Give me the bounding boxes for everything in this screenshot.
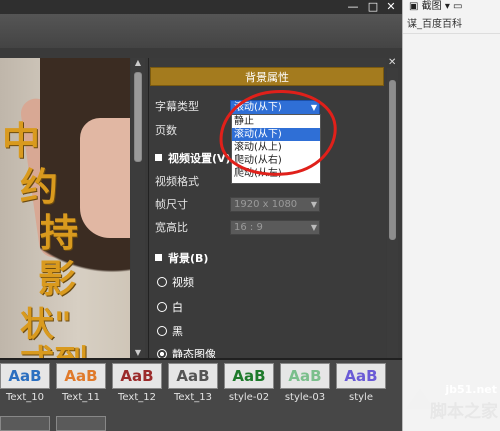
style-thumb[interactable]: AaB [56, 363, 106, 389]
app-titlebar: — □ ✕ [0, 0, 402, 14]
scroll-up-icon[interactable]: ▲ [131, 58, 145, 68]
style-thumb[interactable]: AaB [0, 363, 50, 389]
video-settings-title: 视频设置(V) [168, 152, 231, 165]
preview-caption-char: 状" [20, 305, 72, 345]
style-thumb[interactable]: AaB [168, 363, 218, 389]
folder-icon[interactable]: ▭ [453, 1, 462, 12]
screenshot-icon[interactable]: ▣ [409, 1, 422, 12]
radio-white[interactable]: 白 [157, 301, 183, 315]
chevron-down-icon: ▼ [310, 200, 317, 209]
frame-size-label: 帧尺寸 [155, 198, 188, 211]
style-thumb-text: AaB [344, 367, 378, 385]
subtitle-type-label: 字幕类型 [155, 100, 199, 113]
preview-caption-char: 约 [20, 164, 59, 209]
panel-close-icon[interactable]: ✕ [388, 58, 398, 68]
collapse-icon[interactable] [155, 254, 162, 261]
preview-caption-char: 持 [40, 210, 79, 255]
browser-toolbar: ▣ 截图 ▾ ▭ [403, 0, 500, 14]
style-thumb-text: AaB [8, 367, 42, 385]
scroll-down-icon[interactable]: ▼ [131, 348, 145, 358]
frame-size-value: 1920 x 1080 [234, 199, 298, 210]
radio-video-label: 视频 [172, 276, 194, 289]
style-thumb-label: Text_12 [118, 392, 156, 403]
style-thumb-next-row[interactable] [56, 416, 106, 431]
style-thumb-text: AaB [288, 367, 322, 385]
style-thumb-label: style [349, 392, 373, 403]
watermark-name: 脚本之家 [430, 402, 498, 422]
panel-title: 背景属性 [150, 67, 384, 86]
preview-scrollbar[interactable]: ▲ ▼ [131, 58, 145, 358]
preview-caption-char: 影 [38, 256, 77, 301]
style-thumb-text: AaB [120, 367, 154, 385]
aspect-ratio-select[interactable]: 16 : 9 ▼ [230, 220, 320, 235]
style-thumb-label: Text_13 [174, 392, 212, 403]
close-window-button[interactable]: ✕ [384, 0, 398, 14]
restore-button[interactable]: □ [366, 0, 380, 14]
style-thumb[interactable]: AaB [280, 363, 330, 389]
radio-circle-icon[interactable] [157, 349, 167, 358]
video-preview: 中 约 持 影 状" 式到 [0, 58, 130, 358]
preview-face-shape [80, 118, 130, 238]
panel-scroll-thumb[interactable] [389, 80, 396, 240]
watermark-site: jb51.net [445, 383, 497, 396]
style-thumb-text: AaB [64, 367, 98, 385]
dropdown-arrow-icon[interactable]: ▾ [442, 1, 453, 12]
style-thumb-label: style-02 [228, 392, 270, 403]
pages-label: 页数 [155, 124, 177, 137]
style-thumb-next-row[interactable] [0, 416, 50, 431]
minimize-button[interactable]: — [346, 0, 360, 14]
browser-window: ▣ 截图 ▾ ▭ 谋_百度百科 [402, 0, 500, 431]
radio-circle-icon[interactable] [157, 302, 167, 312]
style-thumb-label: Text_11 [62, 392, 100, 403]
app-toolbar-strip [0, 14, 402, 48]
watermark: jb51.net 脚本之家 [402, 383, 500, 431]
radio-image[interactable]: 静态图像 [157, 348, 216, 358]
radio-white-label: 白 [172, 301, 183, 314]
style-thumb-text: AaB [176, 367, 210, 385]
style-thumb-label: style-03 [284, 392, 326, 403]
radio-image-label: 静态图像 [172, 348, 216, 358]
radio-video[interactable]: 视频 [157, 276, 194, 290]
radio-circle-icon[interactable] [157, 326, 167, 336]
chevron-down-icon: ▼ [310, 223, 317, 232]
screenshot-label[interactable]: 截图 [422, 1, 442, 12]
aspect-ratio-label: 宽高比 [155, 221, 188, 234]
preview-caption-char: 式到 [20, 344, 88, 358]
radio-black-label: 黑 [172, 325, 183, 338]
style-thumb[interactable]: AaB [224, 363, 274, 389]
collapse-icon[interactable] [155, 154, 162, 161]
background-section-title: 背景(B) [168, 252, 209, 265]
frame-size-select[interactable]: 1920 x 1080 ▼ [230, 197, 320, 212]
aspect-ratio-value: 16 : 9 [234, 222, 263, 233]
radio-black[interactable]: 黑 [157, 325, 183, 339]
style-thumb-text: AaB [232, 367, 266, 385]
radio-circle-icon[interactable] [157, 277, 167, 287]
background-section[interactable]: 背景(B) [155, 252, 208, 266]
scroll-thumb[interactable] [134, 72, 142, 162]
style-thumb[interactable]: AaB [112, 363, 162, 389]
bookmark-item[interactable]: 谋_百度百科 [403, 14, 500, 34]
style-thumb-label: Text_10 [6, 392, 44, 403]
video-format-label: 视频格式 [155, 175, 199, 188]
panel-scrollbar[interactable] [387, 68, 398, 358]
style-thumb[interactable]: AaB [336, 363, 386, 389]
style-thumbnails: AaB Text_10 AaB Text_11 AaB Text_12 AaB … [0, 360, 402, 431]
preview-caption-char: 中 [2, 118, 41, 163]
video-settings-section[interactable]: 视频设置(V) [155, 152, 231, 166]
